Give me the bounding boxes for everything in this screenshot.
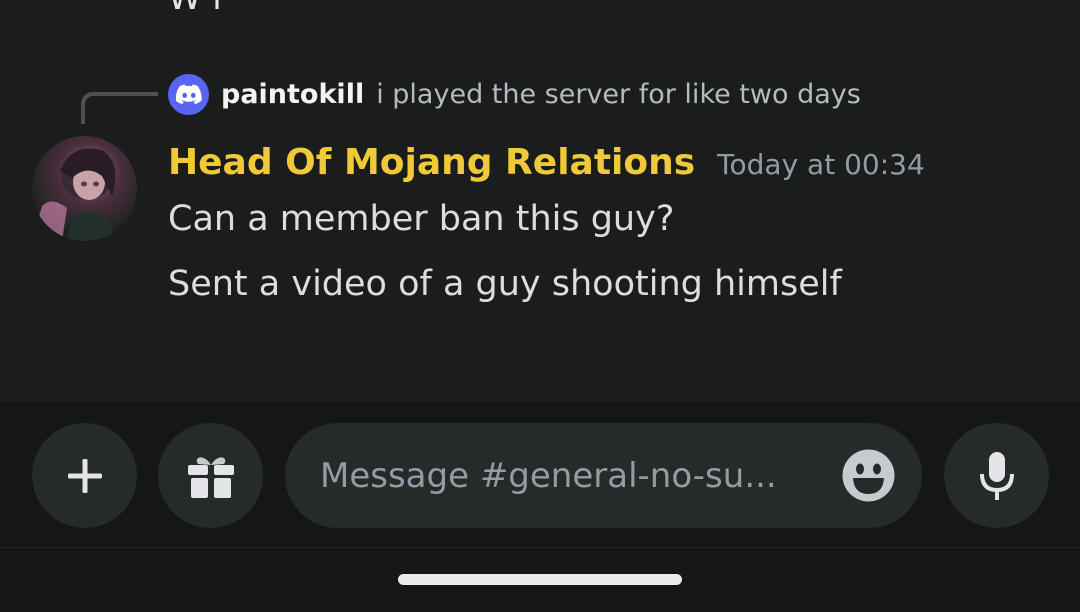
discord-logo-icon xyxy=(168,73,209,115)
message-input[interactable]: Message #general-no-su... xyxy=(285,423,922,528)
voice-message-button[interactable] xyxy=(944,423,1049,528)
emoji-icon xyxy=(842,449,895,502)
reply-text: i played the server for like two days xyxy=(376,78,861,110)
message-timestamp: Today at 00:34 xyxy=(717,148,925,181)
message-line: Sent a video of a guy shooting himself xyxy=(168,264,842,304)
plus-icon xyxy=(67,458,102,493)
message-line: Can a member ban this guy? xyxy=(168,199,675,239)
reply-connector-line xyxy=(81,92,158,124)
reply-preview[interactable]: paintokill i played the server for like … xyxy=(168,73,861,115)
gift-button[interactable] xyxy=(158,423,263,528)
avatar[interactable] xyxy=(32,136,137,241)
add-attachment-button[interactable] xyxy=(32,423,137,528)
home-indicator[interactable] xyxy=(398,574,682,585)
emoji-button[interactable] xyxy=(842,449,895,502)
message-header: Head Of Mojang Relations Today at 00:34 xyxy=(168,142,925,190)
message-input-placeholder: Message #general-no-su... xyxy=(320,455,777,496)
system-nav-bar xyxy=(0,548,1080,612)
gift-icon xyxy=(187,456,234,498)
microphone-icon xyxy=(979,451,1014,500)
message-author[interactable]: Head Of Mojang Relations xyxy=(168,142,695,183)
reply-author[interactable]: paintokill xyxy=(221,79,364,110)
message-composer: Message #general-no-su... xyxy=(0,402,1080,548)
previous-message-fragment: W r xyxy=(168,0,226,18)
chat-area: W r paintokill i played the server for l… xyxy=(0,0,1080,402)
